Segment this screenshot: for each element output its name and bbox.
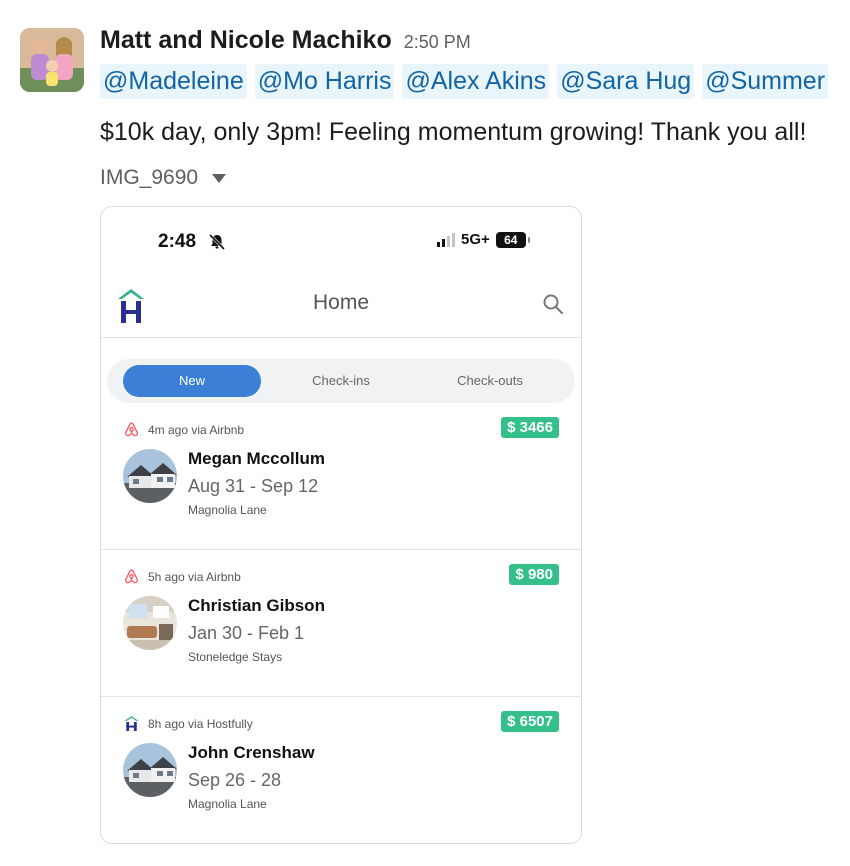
mention-sara-hug[interactable]: @Sara Hug [557, 64, 695, 99]
image-attachment[interactable]: 2:48 5G+ 64 Home New Check-ins Check-out… [100, 206, 582, 844]
guest-name: Christian Gibson [188, 596, 325, 615]
tab-check-outs[interactable]: Check-outs [421, 365, 559, 397]
airbnb-icon [124, 569, 139, 584]
property-thumbnail [123, 743, 177, 797]
mention-alex-akins[interactable]: @Alex Akins [402, 64, 550, 99]
tab-new[interactable]: New [123, 365, 261, 397]
property-thumbnail [123, 449, 177, 503]
search-icon[interactable] [541, 292, 565, 316]
message-header: Matt and Nicole Machiko 2:50 PM [100, 26, 471, 60]
property-name: Stoneledge Stays [188, 650, 283, 664]
booking-source: 4m ago via Airbnb [123, 421, 244, 438]
hostfully-icon [124, 716, 139, 731]
phone-status-bar: 2:48 5G+ 64 [101, 207, 581, 275]
sender-avatar[interactable] [20, 28, 84, 92]
booking-source-text: 4m ago via Airbnb [148, 422, 245, 437]
app-top-bar: Home [101, 275, 581, 338]
booking-source-text: 5h ago via Airbnb [148, 569, 241, 584]
network-type: 5G+ [461, 231, 490, 248]
message-timestamp[interactable]: 2:50 PM [404, 32, 471, 53]
chevron-down-icon[interactable] [212, 173, 227, 183]
booking-row[interactable]: 5h ago via Airbnb $ 980 Christian Gibson… [101, 550, 581, 697]
price-badge: $ 3466 [501, 417, 559, 438]
booking-dates: Jan 30 - Feb 1 [188, 623, 305, 643]
screen-title: Home [312, 291, 370, 314]
message-body: $10k day, only 3pm! Feeling momentum gro… [100, 118, 807, 146]
airbnb-icon [124, 422, 139, 437]
status-time: 2:48 [158, 231, 197, 252]
bell-muted-icon [208, 233, 226, 251]
mention-madeleine[interactable]: @Madeleine [100, 64, 247, 99]
guest-name: John Crenshaw [188, 743, 315, 762]
booking-row[interactable]: 8h ago via Hostfully $ 6507 John Crensha… [101, 697, 581, 843]
booking-dates: Sep 26 - 28 [188, 770, 282, 790]
price-badge: $ 6507 [501, 711, 559, 732]
booking-source-text: 8h ago via Hostfully [148, 716, 253, 731]
mention-mo-harris[interactable]: @Mo Harris [254, 64, 395, 99]
booking-source: 5h ago via Airbnb [123, 568, 241, 585]
property-name: Magnolia Lane [188, 797, 267, 811]
battery-icon: 64 [495, 231, 530, 248]
booking-row[interactable]: 4m ago via Airbnb $ 3466 Megan Mccollum … [101, 403, 581, 550]
property-name: Magnolia Lane [188, 503, 267, 517]
price-badge: $ 980 [509, 564, 559, 585]
signal-icon [437, 232, 455, 247]
mention-summer[interactable]: @Summer [702, 64, 829, 99]
sender-name[interactable]: Matt and Nicole Machiko [100, 26, 392, 55]
guest-name: Megan Mccollum [188, 449, 325, 468]
booking-dates: Aug 31 - Sep 12 [188, 476, 319, 496]
tab-check-ins[interactable]: Check-ins [272, 365, 410, 397]
status-indicators: 5G+ 64 [437, 231, 530, 248]
attachment-name[interactable]: IMG_9690 [100, 166, 198, 190]
booking-tabs: New Check-ins Check-outs [107, 359, 575, 403]
booking-source: 8h ago via Hostfully [123, 715, 253, 732]
mention-list: @Madeleine @Mo Harris @Alex Akins @Sara … [100, 64, 829, 99]
property-thumbnail [123, 596, 177, 650]
attachment-header: IMG_9690 [100, 166, 227, 190]
